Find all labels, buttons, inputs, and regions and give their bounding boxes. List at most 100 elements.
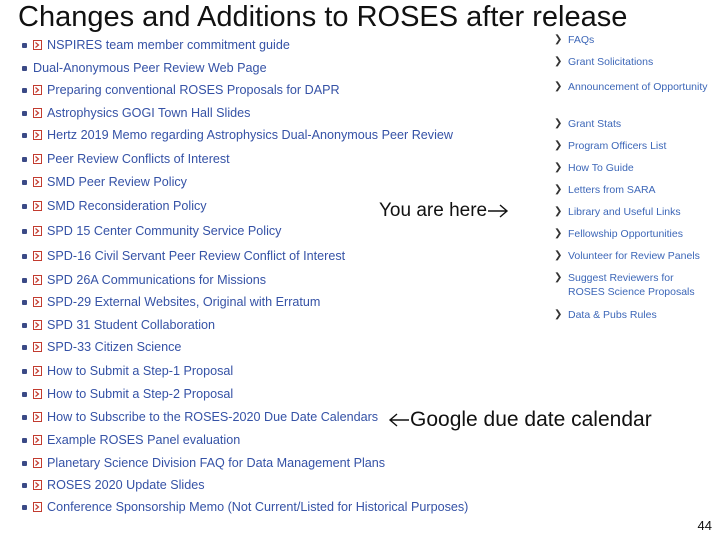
sidebar-item-label[interactable]: Fellowship Opportunities xyxy=(568,227,713,241)
list-item[interactable]: SPD 31 Student Collaboration xyxy=(22,315,215,335)
bullet xyxy=(22,437,27,443)
bullet xyxy=(22,132,27,138)
bullet xyxy=(22,414,27,420)
pdf-icon xyxy=(33,366,42,376)
list-item[interactable]: Peer Review Conflicts of Interest xyxy=(22,149,230,169)
sidebar-item-label[interactable]: How To Guide xyxy=(568,161,713,175)
list-item[interactable]: Astrophysics GOGI Town Hall Slides xyxy=(22,103,250,123)
pdf-icon xyxy=(33,342,42,352)
link[interactable]: How to Submit a Step-1 Proposal xyxy=(47,364,233,378)
list-item[interactable]: How to Submit a Step-2 Proposal xyxy=(22,384,233,404)
sidebar-item[interactable]: ❯ How To Guide xyxy=(554,161,713,175)
sidebar-item[interactable]: ❯ FAQs xyxy=(554,33,713,47)
list-item[interactable]: Hertz 2019 Memo regarding Astrophysics D… xyxy=(22,125,453,145)
sidebar-item-label[interactable]: Volunteer for Review Panels xyxy=(568,249,713,263)
link[interactable]: Preparing conventional ROSES Proposals f… xyxy=(47,83,340,97)
link[interactable]: Astrophysics GOGI Town Hall Slides xyxy=(47,106,250,120)
page-number: 44 xyxy=(697,518,712,533)
link[interactable]: SPD-29 External Websites, Original with … xyxy=(47,295,320,309)
list-item[interactable]: SMD Peer Review Policy xyxy=(22,172,187,192)
list-item[interactable]: NSPIRES team member commitment guide xyxy=(22,35,290,55)
pdf-icon xyxy=(33,320,42,330)
list-item[interactable]: Preparing conventional ROSES Proposals f… xyxy=(22,80,340,100)
sidebar-item-label[interactable]: Suggest Reviewers for ROSES Science Prop… xyxy=(568,271,713,299)
pdf-icon xyxy=(33,275,42,285)
sidebar-item[interactable]: ❯ Letters from SARA xyxy=(554,183,713,197)
bullet xyxy=(22,42,27,48)
pdf-icon xyxy=(33,297,42,307)
list-item[interactable]: SMD Reconsideration Policy xyxy=(22,196,207,216)
pdf-icon xyxy=(33,502,42,512)
sidebar-item-label[interactable]: Grant Stats xyxy=(568,117,713,131)
list-item[interactable]: ROSES 2020 Update Slides xyxy=(22,475,205,495)
link[interactable]: How to Subscribe to the ROSES-2020 Due D… xyxy=(47,410,378,424)
list-item[interactable]: Conference Sponsorship Memo (Not Current… xyxy=(22,497,468,517)
sidebar-item[interactable]: ❯ Grant Stats xyxy=(554,117,713,131)
link[interactable]: SMD Reconsideration Policy xyxy=(47,199,207,213)
pdf-icon xyxy=(33,108,42,118)
sidebar-item-label[interactable]: Letters from SARA xyxy=(568,183,713,197)
bullet xyxy=(22,156,27,162)
pdf-icon xyxy=(33,251,42,261)
sidebar-item[interactable]: ❯ Library and Useful Links xyxy=(554,205,713,219)
list-item[interactable]: Example ROSES Panel evaluation xyxy=(22,430,240,450)
chevron-right-icon: ❯ xyxy=(554,81,563,92)
list-item[interactable]: SPD 26A Communications for Missions xyxy=(22,270,266,290)
chevron-right-icon: ❯ xyxy=(554,118,563,129)
sidebar-item[interactable]: ❯ Data & Pubs Rules xyxy=(554,308,713,322)
link[interactable]: Example ROSES Panel evaluation xyxy=(47,433,240,447)
sidebar-item[interactable]: ❯ Volunteer for Review Panels xyxy=(554,249,713,263)
bullet xyxy=(22,277,27,283)
pdf-icon xyxy=(33,40,42,50)
you-are-here-label: You are here xyxy=(379,200,488,221)
sidebar-item[interactable]: ❯ Program Officers List xyxy=(554,139,713,153)
link[interactable]: Conference Sponsorship Memo (Not Current… xyxy=(47,500,468,514)
link[interactable]: Planetary Science Division FAQ for Data … xyxy=(47,456,385,470)
pdf-icon xyxy=(33,201,42,211)
link[interactable]: NSPIRES team member commitment guide xyxy=(47,38,290,52)
sidebar-item-label[interactable]: FAQs xyxy=(568,33,713,47)
link[interactable]: SPD 15 Center Community Service Policy xyxy=(47,224,281,238)
link[interactable]: SPD 31 Student Collaboration xyxy=(47,318,215,332)
link[interactable]: SPD-16 Civil Servant Peer Review Conflic… xyxy=(47,249,345,263)
list-item[interactable]: How to Subscribe to the ROSES-2020 Due D… xyxy=(22,407,378,427)
link[interactable]: Dual-Anonymous Peer Review Web Page xyxy=(33,61,267,75)
list-item[interactable]: SPD 15 Center Community Service Policy xyxy=(22,221,281,241)
chevron-right-icon: ❯ xyxy=(554,184,563,195)
sidebar-item[interactable]: ❯ Announcement of Opportunity xyxy=(554,80,713,94)
chevron-right-icon: ❯ xyxy=(554,162,563,173)
sidebar-item-label[interactable]: Data & Pubs Rules xyxy=(568,308,713,322)
calendar-note-label: Google due date calendar xyxy=(410,408,652,431)
bullet xyxy=(22,228,27,234)
link[interactable]: SPD 26A Communications for Missions xyxy=(47,273,266,287)
sidebar-item-label[interactable]: Announcement of Opportunity xyxy=(568,80,713,94)
link[interactable]: SPD-33 Citizen Science xyxy=(47,340,181,354)
sidebar-item[interactable]: ❯ Suggest Reviewers for ROSES Science Pro… xyxy=(554,271,713,299)
pdf-icon xyxy=(33,412,42,422)
sidebar-item-label[interactable]: Grant Solicitations xyxy=(568,55,713,69)
bullet xyxy=(22,391,27,397)
bullet xyxy=(22,344,27,350)
list-item[interactable]: Planetary Science Division FAQ for Data … xyxy=(22,453,385,473)
slide-title: Changes and Additions to ROSES after rel… xyxy=(18,1,628,33)
chevron-right-icon: ❯ xyxy=(554,250,563,261)
sidebar-item[interactable]: ❯ Grant Solicitations xyxy=(554,55,713,69)
link[interactable]: Hertz 2019 Memo regarding Astrophysics D… xyxy=(47,128,453,142)
list-item[interactable]: SPD-29 External Websites, Original with … xyxy=(22,292,320,312)
list-item[interactable]: SPD-16 Civil Servant Peer Review Conflic… xyxy=(22,246,345,266)
list-item[interactable]: SPD-33 Citizen Science xyxy=(22,337,181,357)
link[interactable]: Peer Review Conflicts of Interest xyxy=(47,152,230,166)
list-item[interactable]: Dual-Anonymous Peer Review Web Page xyxy=(22,58,267,78)
bullet xyxy=(22,368,27,374)
chevron-right-icon: ❯ xyxy=(554,206,563,217)
link[interactable]: ROSES 2020 Update Slides xyxy=(47,478,205,492)
pdf-icon xyxy=(33,480,42,490)
list-item[interactable]: How to Submit a Step-1 Proposal xyxy=(22,361,233,381)
link[interactable]: SMD Peer Review Policy xyxy=(47,175,187,189)
pdf-icon xyxy=(33,458,42,468)
link[interactable]: How to Submit a Step-2 Proposal xyxy=(47,387,233,401)
sidebar-item-label[interactable]: Program Officers List xyxy=(568,139,713,153)
sidebar-item-label[interactable]: Library and Useful Links xyxy=(568,205,713,219)
sidebar-item[interactable]: ❯ Fellowship Opportunities xyxy=(554,227,713,241)
pdf-icon xyxy=(33,226,42,236)
